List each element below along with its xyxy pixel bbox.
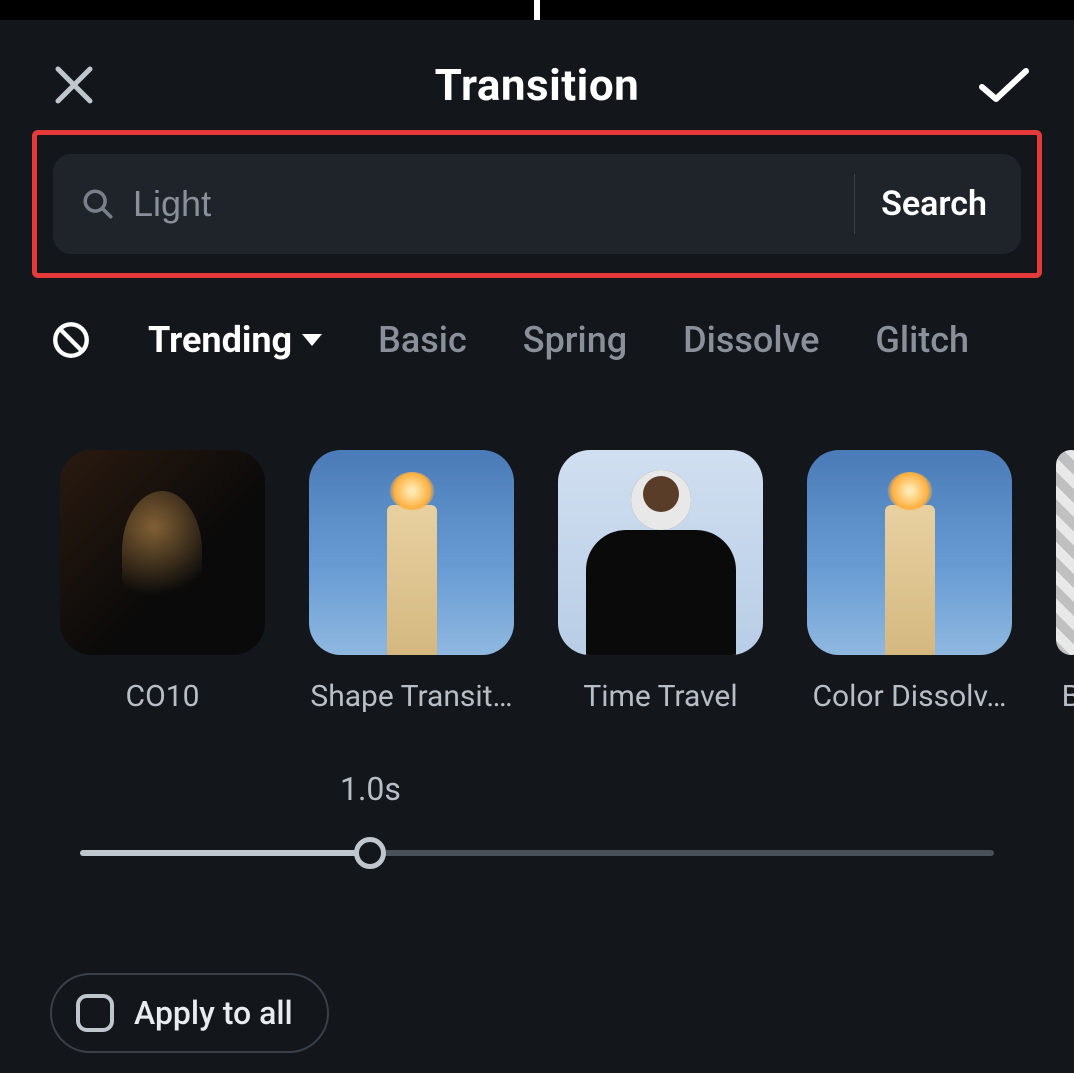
category-label: Spring — [523, 319, 627, 361]
transition-thumbnail — [558, 450, 763, 655]
apply-to-all-checkbox[interactable] — [76, 994, 114, 1032]
close-icon — [54, 65, 94, 105]
transition-label: CO10 — [60, 679, 265, 714]
transition-thumbnail — [309, 450, 514, 655]
search-divider — [854, 174, 855, 234]
page-title: Transition — [435, 59, 640, 111]
category-spring[interactable]: Spring — [523, 319, 627, 361]
checkmark-icon — [978, 65, 1030, 105]
category-basic[interactable]: Basic — [378, 319, 467, 361]
category-tabs: Trending Basic Spring Dissolve Glitch — [50, 310, 1074, 370]
category-label: Dissolve — [683, 319, 819, 361]
transition-gallery[interactable]: CO10 Shape Transit… Time Travel Color Di… — [60, 450, 1074, 750]
duration-value: 1.0s — [340, 770, 401, 808]
category-label: Glitch — [875, 319, 969, 361]
category-label: Trending — [148, 319, 292, 361]
transition-label: Time Travel — [558, 679, 763, 714]
confirm-button[interactable] — [974, 61, 1034, 109]
transition-label: B — [1056, 679, 1074, 714]
category-trending[interactable]: Trending — [148, 319, 322, 361]
transition-thumbnail — [60, 450, 265, 655]
search-highlight-frame: Search — [32, 130, 1042, 278]
slider-fill — [80, 850, 370, 856]
search-input[interactable] — [115, 183, 844, 225]
transition-item-partial[interactable]: B — [1056, 450, 1074, 750]
transition-thumbnail — [807, 450, 1012, 655]
search-button[interactable]: Search — [881, 184, 993, 224]
category-dissolve[interactable]: Dissolve — [683, 319, 819, 361]
transition-item-co10[interactable]: CO10 — [60, 450, 265, 750]
transition-label: Color Dissolv… — [807, 679, 1012, 714]
chevron-down-icon — [302, 334, 322, 346]
category-label: Basic — [378, 319, 467, 361]
close-button[interactable] — [50, 61, 98, 109]
slider-thumb[interactable] — [354, 837, 386, 869]
search-bar: Search — [53, 154, 1021, 254]
status-bar-stub — [0, 0, 1074, 20]
header: Transition — [0, 50, 1074, 120]
search-icon — [81, 187, 115, 221]
transition-item-color-dissolve[interactable]: Color Dissolv… — [807, 450, 1012, 750]
category-glitch[interactable]: Glitch — [875, 319, 969, 361]
apply-to-all-label: Apply to all — [134, 994, 293, 1032]
transition-item-shape-transit[interactable]: Shape Transit… — [309, 450, 514, 750]
apply-to-all-button[interactable]: Apply to all — [50, 973, 329, 1053]
transition-label: Shape Transit… — [309, 679, 514, 714]
transition-item-time-travel[interactable]: Time Travel — [558, 450, 763, 750]
transition-thumbnail — [1056, 450, 1074, 655]
none-category-icon[interactable] — [50, 319, 92, 361]
